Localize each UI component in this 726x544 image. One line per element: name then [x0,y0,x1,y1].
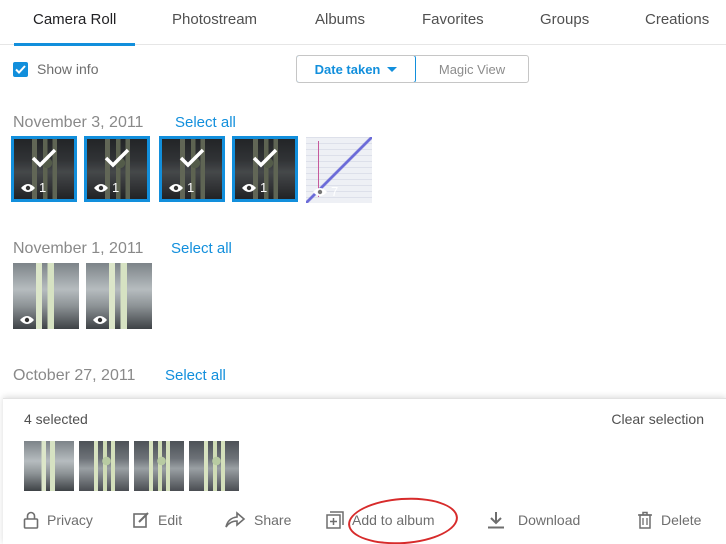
top-tab-bar: Camera Roll Photostream Albums Favorites… [0,0,726,46]
select-all-link[interactable]: Select all [171,240,232,257]
photo-thumbnail[interactable]: 1 [11,136,77,202]
view-count: 7 [312,184,338,199]
magic-view-button[interactable]: Magic View [416,56,528,82]
download-label: Download [518,512,581,528]
view-count-value: 7 [331,184,339,199]
show-info-label: Show info [37,61,99,77]
photo-thumbnail[interactable] [86,263,152,329]
view-count [19,315,38,325]
delete-button[interactable]: Delete [637,511,701,529]
delete-label: Delete [661,512,702,528]
eye-icon [20,316,34,324]
add-to-album-label: Add to album [352,512,435,528]
view-count: 1 [20,180,46,195]
add-to-album-icon [326,511,344,529]
caret-down-icon [387,66,398,72]
view-count-value: 1 [260,180,268,195]
edit-icon [133,512,149,528]
add-to-album-button[interactable]: Add to album [326,511,435,529]
lock-icon [23,511,39,529]
select-all-link[interactable]: Select all [175,114,236,131]
check-icon [15,64,26,74]
view-count-value: 1 [39,180,47,195]
selected-photo-thumbnail[interactable] [134,441,184,491]
date-heading: November 1, 2011 [13,240,144,257]
tab-favorites[interactable]: Favorites [422,11,484,45]
tab-groups[interactable]: Groups [540,11,589,45]
view-count-value: 1 [187,180,195,195]
show-info-checkbox[interactable] [13,61,28,77]
tab-camera-roll[interactable]: Camera Roll [13,11,136,46]
tab-photostream[interactable]: Photostream [172,11,257,45]
selection-panel: 4 selected Clear selection Privacy Edit … [3,398,726,544]
download-icon [488,512,504,529]
photo-image [134,441,184,491]
date-heading: October 27, 2011 [13,367,136,384]
download-button[interactable]: Download [486,511,580,529]
selected-photo-thumbnail[interactable] [79,441,129,491]
clear-selection-button[interactable]: Clear selection [611,411,704,427]
photo-image [24,441,74,491]
eye-icon [313,187,327,196]
selected-check-icon [31,148,57,168]
date-taken-dropdown[interactable]: Date taken [297,56,416,82]
share-label: Share [254,511,292,528]
photo-image [79,441,129,491]
edit-button[interactable]: Edit [133,511,182,528]
show-info-toggle[interactable]: Show info [13,61,98,77]
eye-icon [242,183,256,192]
selected-check-icon [179,148,205,168]
eye-icon [94,183,108,192]
privacy-button[interactable]: Privacy [23,511,93,529]
privacy-label: Privacy [47,512,93,528]
eye-icon [21,183,35,192]
selected-photo-thumbnail[interactable] [189,441,239,491]
date-heading: November 3, 2011 [13,114,144,131]
tab-creations[interactable]: Creations [645,11,709,45]
share-icon [225,511,246,528]
photo-thumbnail[interactable]: 1 [84,136,150,202]
photo-thumbnail[interactable]: 1 [159,136,225,202]
selected-check-icon [104,148,130,168]
tab-albums[interactable]: Albums [315,11,365,45]
select-all-link[interactable]: Select all [165,367,226,384]
view-mode-switch: Date taken Magic View [296,55,529,83]
view-count [92,315,111,325]
selected-count: 4 selected [24,411,88,427]
photo-thumbnail[interactable]: 7 [306,137,372,203]
view-count: 1 [93,180,119,195]
view-count: 1 [168,180,194,195]
eye-icon [169,183,183,192]
photo-thumbnail[interactable] [13,263,79,329]
selected-photo-thumbnail[interactable] [24,441,74,491]
view-count: 1 [241,180,267,195]
view-count-value: 1 [112,180,120,195]
share-button[interactable]: Share [224,511,291,528]
eye-icon [93,316,107,324]
photo-image [189,441,239,491]
edit-label: Edit [158,511,183,528]
trash-icon [638,511,652,529]
date-taken-label: Date taken [314,61,381,77]
photo-thumbnail[interactable]: 1 [232,136,298,202]
action-bar: Privacy Edit Share Add to album Download… [3,511,726,537]
selected-check-icon [252,148,278,168]
